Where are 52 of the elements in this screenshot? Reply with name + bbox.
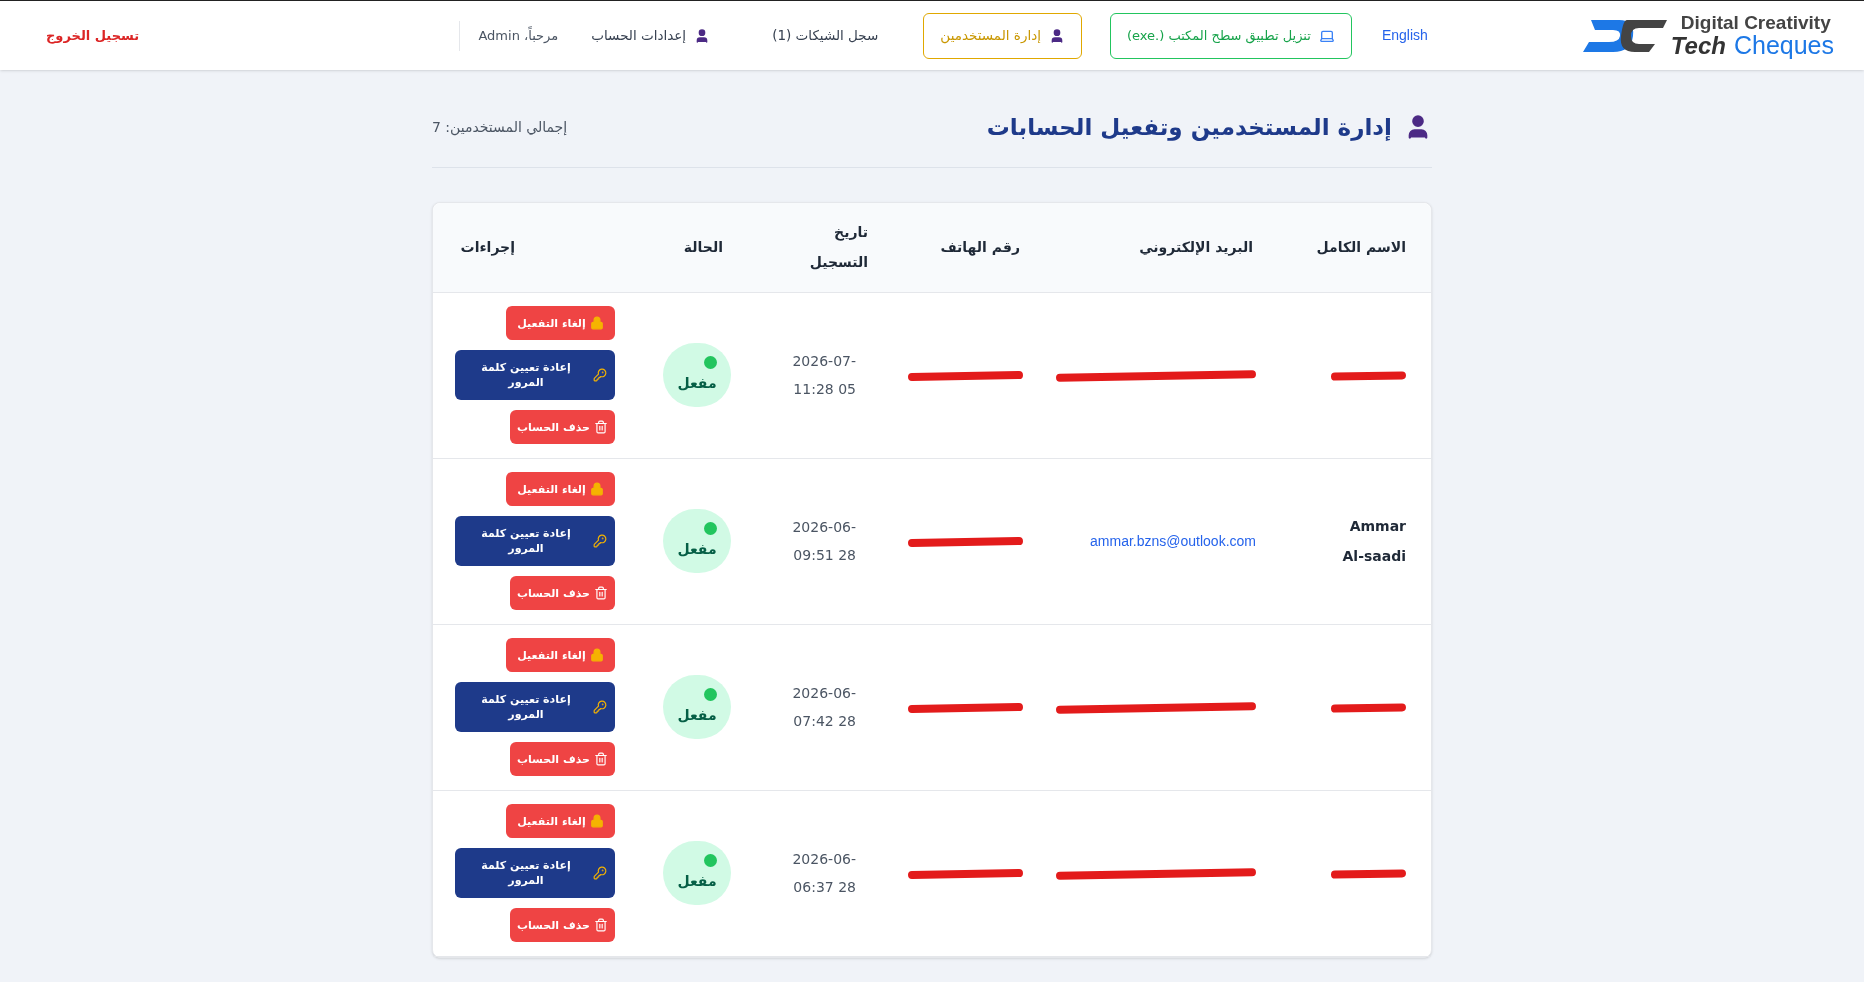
total-users-text: إجمالي المستخدمين: 7 [432,117,568,138]
status-badge: مفعل [663,841,731,905]
nav-link[interactable]: إعدادات الحساب [574,12,728,59]
delete-account-button[interactable]: حذف الحساب [510,908,615,942]
column-header: رقم الهاتف [939,238,1021,258]
brand-name: Tech [1670,34,1726,58]
key-icon [593,866,607,880]
column-header: الاسم الكامل [1315,238,1407,257]
column-header: إجراءات [459,238,516,258]
reset-password-button[interactable]: إعادة تعيين كلمة المرور [455,682,615,732]
date-text: 2026-06-28 07:42 [791,684,856,731]
deactivate-button[interactable]: إلغاء التفعيل [506,804,615,838]
nav-link[interactable]: إدارة المستخدمين [923,12,1082,59]
lock-icon [589,482,604,496]
trash-icon [594,586,609,600]
date-text: 2026-06-28 09:51 [791,518,856,565]
date-text: 2026-06-28 06:37 [791,850,856,897]
status-badge: مفعل [663,343,731,407]
lock-icon [589,648,604,662]
language-link[interactable]: English [1381,25,1428,46]
column-header: الحالة [682,238,724,257]
deactivate-button[interactable]: إلغاء التفعيل [506,306,615,340]
download-button[interactable]: تنزيل تطبيق سطح المكتب (.exe) [1109,12,1352,59]
key-icon [593,534,607,548]
reset-password-button[interactable]: إعادة تعيين كلمة المرور [455,848,615,898]
status-badge: مفعل [663,509,731,573]
reset-password-button[interactable]: إعادة تعيين كلمة المرور [455,350,615,400]
delete-account-button[interactable]: حذف الحساب [510,410,615,444]
column-header: تاريخ التسجيل [808,223,868,272]
brand-name: Cheques [1733,33,1834,58]
reset-password-button[interactable]: إعادة تعيين كلمة المرور [455,516,615,566]
table-cell-text: Ammar Al-saadi [1341,517,1406,566]
date-text: 2026-07-05 11:28 [791,352,856,399]
brand-name: Digital Creativity [1680,13,1832,32]
lock-icon [589,814,604,828]
status-badge: مفعل [663,675,731,739]
page-title: إدارة المستخدمين وتفعيل الحسابات [986,113,1392,143]
table-cell: ammar.bzns@outlook.com [1090,533,1256,549]
trash-icon [594,918,609,932]
trash-icon [594,420,609,434]
column-header: البريد الإلكتروني [1138,238,1254,258]
deactivate-button[interactable]: إلغاء التفعيل [506,472,615,506]
deactivate-button[interactable]: إلغاء التفعيل [506,638,615,672]
nav-link[interactable]: سجل الشيكات (1) [755,12,896,59]
greeting-text: مرحباً، Admin [478,25,559,45]
key-icon [593,700,607,714]
logout-link[interactable]: تسجيل الخروج [46,25,140,46]
key-icon [593,368,607,382]
delete-account-button[interactable]: حذف الحساب [510,576,615,610]
delete-account-button[interactable]: حذف الحساب [510,742,615,776]
trash-icon [594,752,609,766]
lock-icon [589,316,604,330]
